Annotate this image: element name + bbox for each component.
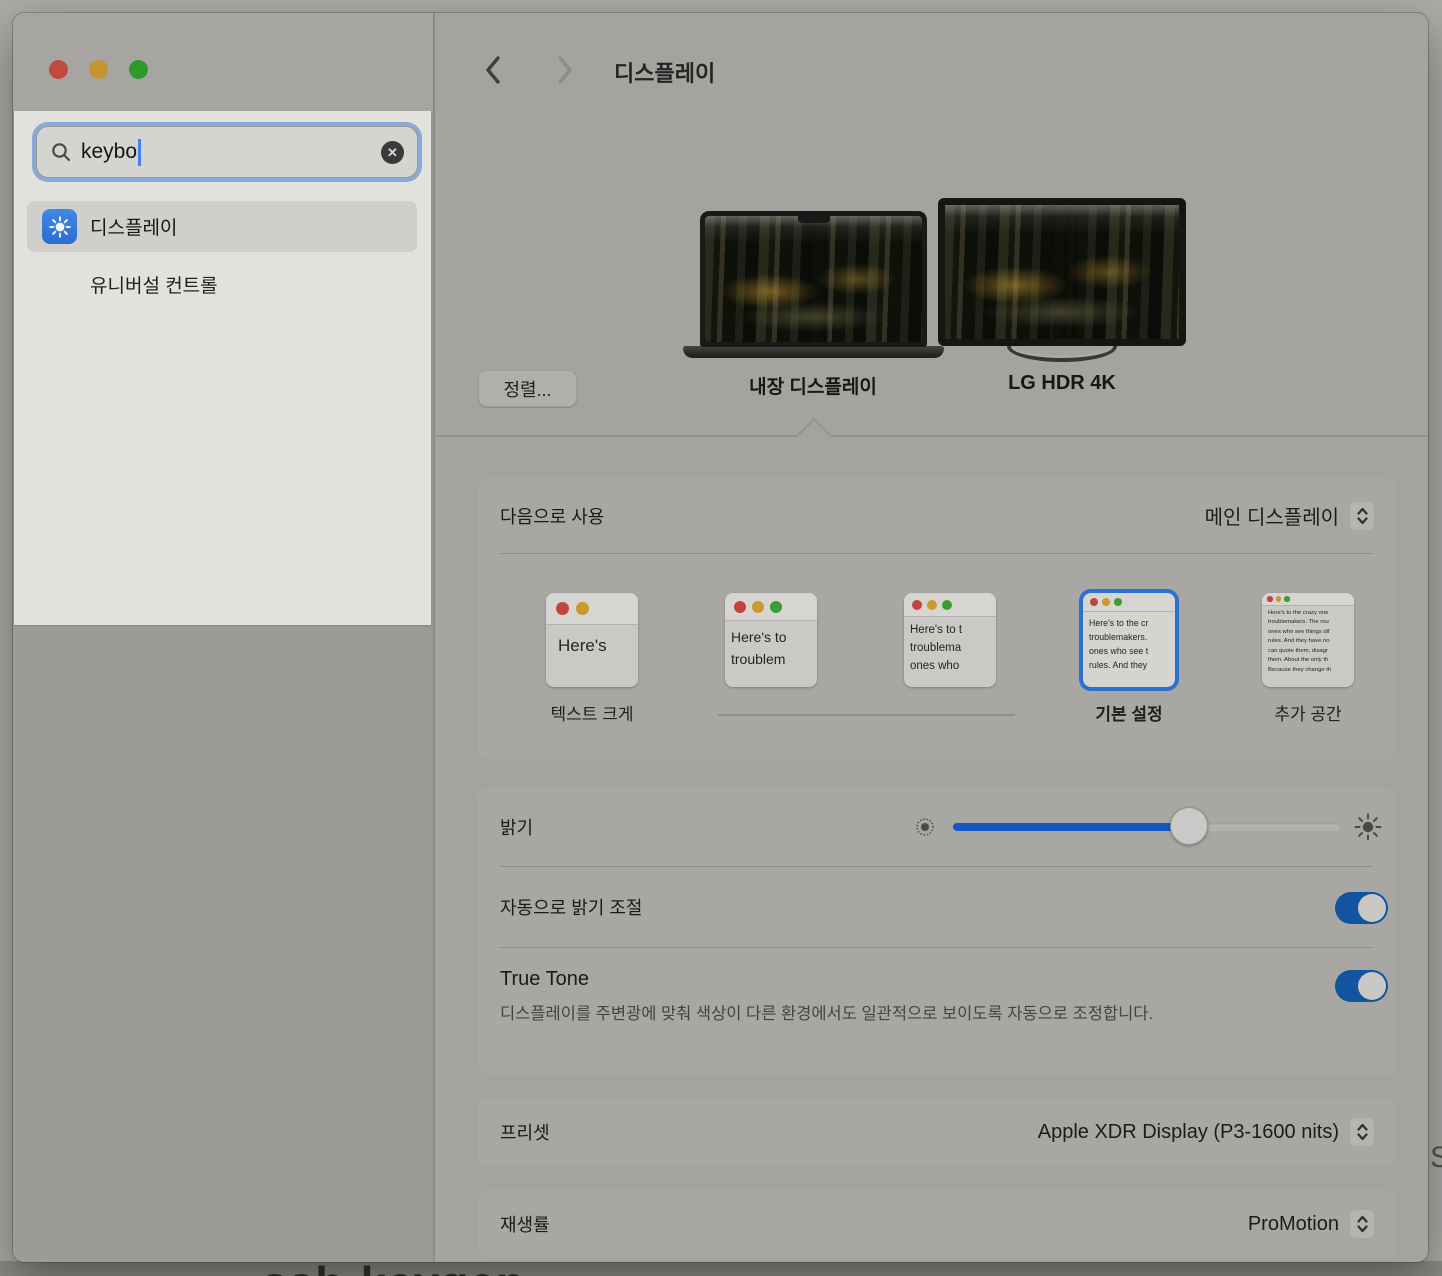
clear-search-icon[interactable]: ✕ xyxy=(381,141,404,164)
minimize-button[interactable] xyxy=(89,60,108,79)
refresh-rate-label: 재생률 xyxy=(500,1211,550,1237)
scaling-label-more-space: 추가 공간 xyxy=(1238,700,1378,725)
titlebar[interactable] xyxy=(13,13,433,111)
selected-display-pointer xyxy=(796,418,833,455)
close-button[interactable] xyxy=(49,60,68,79)
search-icon xyxy=(50,141,72,163)
scaling-option-larger-text[interactable]: Here's xyxy=(546,593,638,687)
use-as-card: 다음으로 사용 메인 디스플레이 Here's Here's totrouble… xyxy=(478,478,1395,760)
mini-titlebar xyxy=(1262,593,1354,606)
use-as-dropdown[interactable] xyxy=(1349,501,1375,531)
page-title: 디스플레이 xyxy=(614,56,715,88)
mini-titlebar xyxy=(904,593,996,617)
text-caret xyxy=(138,139,141,166)
forward-button[interactable] xyxy=(551,53,579,87)
sidebar-divider xyxy=(433,13,435,1262)
brightness-slider[interactable] xyxy=(953,823,1340,831)
external-display-label: LG HDR 4K xyxy=(952,372,1172,395)
refresh-rate-card: 재생률 ProMotion xyxy=(478,1190,1395,1258)
slider-thumb[interactable] xyxy=(1170,807,1208,845)
builtin-display-thumbnail[interactable] xyxy=(700,211,927,347)
back-button[interactable] xyxy=(479,53,507,87)
preset-label: 프리셋 xyxy=(500,1119,550,1145)
mini-titlebar xyxy=(725,593,817,621)
preset-dropdown[interactable] xyxy=(1349,1117,1375,1147)
sidebar: keybo ✕ xyxy=(13,13,433,1262)
system-settings-window: keybo ✕ xyxy=(13,13,1428,1262)
sidebar-item-display[interactable]: 디스플레이 xyxy=(27,201,417,252)
true-tone-description: 디스플레이를 주변광에 맞춰 색상이 다른 환경에서도 일관적으로 보이도록 자… xyxy=(500,1001,1245,1028)
row-divider xyxy=(500,947,1373,948)
auto-brightness-label: 자동으로 밝기 조절 xyxy=(500,894,642,920)
brightness-low-icon xyxy=(914,816,936,838)
background-right-text: S xyxy=(1430,1141,1442,1175)
screenshot-stage: ssh-keygen S keybo ✕ xyxy=(0,0,1442,1276)
brightness-label: 밝기 xyxy=(500,814,533,840)
builtin-display-label: 내장 디스플레이 xyxy=(703,372,923,399)
slider-fill xyxy=(953,823,1189,831)
toggle-knob xyxy=(1358,972,1386,1000)
true-tone-toggle[interactable] xyxy=(1335,970,1388,1002)
scaling-label-default: 기본 설정 xyxy=(1059,700,1199,725)
wallpaper-image xyxy=(945,205,1179,339)
scaling-label-larger-text: 텍스트 크게 xyxy=(522,700,662,725)
scaling-option-3[interactable]: Here's to ttroublemaones who xyxy=(904,593,996,687)
search-results-panel: keybo ✕ xyxy=(14,111,431,625)
scaling-option-more-space[interactable]: Here's to the crazy onetroublemakers. Th… xyxy=(1262,593,1354,687)
search-input[interactable]: keybo ✕ xyxy=(36,126,418,178)
scaling-divider xyxy=(718,714,1015,716)
wallpaper-image xyxy=(705,216,922,342)
background-strip xyxy=(0,1261,1442,1276)
zoom-button[interactable] xyxy=(129,60,148,79)
auto-brightness-toggle[interactable] xyxy=(1335,892,1388,924)
true-tone-label: True Tone xyxy=(500,968,589,991)
external-display-thumbnail[interactable] xyxy=(938,198,1186,346)
brightness-card: 밝기 xyxy=(478,788,1395,1075)
preset-card: 프리셋 Apple XDR Display (P3-1600 nits) xyxy=(478,1098,1395,1166)
arrange-button[interactable]: 정렬... xyxy=(478,370,577,407)
laptop-base xyxy=(683,346,944,358)
display-brightness-icon xyxy=(42,209,77,244)
row-divider xyxy=(500,553,1373,554)
refresh-rate-dropdown[interactable] xyxy=(1349,1209,1375,1239)
camera-notch xyxy=(798,216,830,223)
scaling-option-default[interactable]: Here's to the crtroublemakers.ones who s… xyxy=(1083,593,1175,687)
section-divider xyxy=(434,435,1428,437)
use-as-label: 다음으로 사용 xyxy=(500,503,604,529)
scaling-option-2[interactable]: Here's totroublem xyxy=(725,593,817,687)
sidebar-item-universal-control[interactable]: 유니버설 컨트롤 xyxy=(27,263,417,305)
sidebar-item-label: 디스플레이 xyxy=(90,213,177,240)
sidebar-item-label: 유니버설 컨트롤 xyxy=(90,271,218,298)
refresh-rate-value: ProMotion xyxy=(1248,1213,1339,1236)
mini-titlebar xyxy=(1083,593,1175,612)
brightness-high-icon xyxy=(1353,812,1383,842)
toggle-knob xyxy=(1358,894,1386,922)
preset-value: Apple XDR Display (P3-1600 nits) xyxy=(1038,1121,1339,1144)
use-as-value: 메인 디스플레이 xyxy=(1205,501,1339,530)
mini-titlebar xyxy=(546,593,638,625)
search-value: keybo xyxy=(81,140,137,164)
